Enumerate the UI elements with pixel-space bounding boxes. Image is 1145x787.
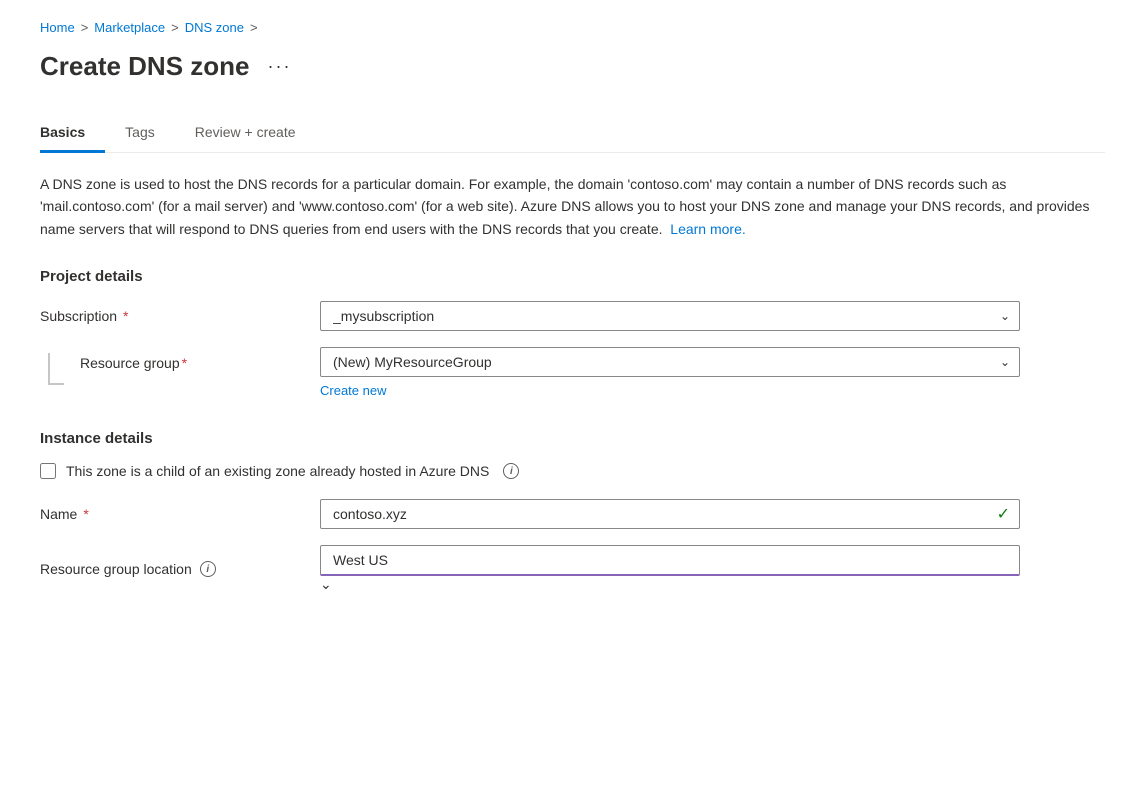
resource-group-control: (New) MyResourceGroup ⌄ Create new bbox=[320, 347, 1020, 398]
description-text: A DNS zone is used to host the DNS recor… bbox=[40, 173, 1100, 240]
instance-details-section: Instance details This zone is a child of… bbox=[40, 430, 1105, 593]
breadcrumb-sep-1: > bbox=[81, 20, 89, 35]
breadcrumb-dns-zone[interactable]: DNS zone bbox=[185, 20, 244, 35]
breadcrumb-marketplace[interactable]: Marketplace bbox=[94, 20, 165, 35]
child-zone-label: This zone is a child of an existing zone… bbox=[66, 463, 489, 479]
resource-group-dropdown-wrapper: (New) MyResourceGroup ⌄ bbox=[320, 347, 1020, 377]
indent-connector bbox=[40, 347, 80, 385]
location-info-icon[interactable]: i bbox=[200, 561, 216, 577]
location-chevron-icon: ⌄ bbox=[320, 576, 332, 592]
location-control: West US ⌄ bbox=[320, 545, 1020, 593]
name-input-wrapper: ✓ bbox=[320, 499, 1020, 529]
subscription-label: Subscription * bbox=[40, 308, 320, 324]
project-details-title: Project details bbox=[40, 268, 1105, 285]
name-label: Name * bbox=[40, 506, 320, 522]
project-details-section: Project details Subscription * _mysubscr… bbox=[40, 268, 1105, 398]
location-dropdown-wrapper: West US ⌄ bbox=[320, 545, 1020, 593]
resource-group-required-star: * bbox=[182, 355, 187, 371]
breadcrumb-sep-2: > bbox=[171, 20, 179, 35]
breadcrumb-home[interactable]: Home bbox=[40, 20, 75, 35]
location-label: Resource group location i bbox=[40, 561, 320, 577]
tabs-container: Basics Tags Review + create bbox=[40, 114, 1105, 153]
resource-group-label: Resource group * bbox=[80, 347, 320, 371]
tab-tags[interactable]: Tags bbox=[105, 114, 175, 153]
name-control: ✓ bbox=[320, 499, 1020, 529]
resource-group-row: Resource group * (New) MyResourceGroup ⌄… bbox=[40, 347, 1105, 398]
child-zone-info-icon[interactable]: i bbox=[503, 463, 519, 479]
name-row: Name * ✓ bbox=[40, 499, 1105, 529]
breadcrumb: Home > Marketplace > DNS zone > bbox=[40, 20, 1105, 35]
child-zone-row: This zone is a child of an existing zone… bbox=[40, 463, 1105, 479]
instance-details-title: Instance details bbox=[40, 430, 1105, 447]
subscription-row: Subscription * _mysubscription ⌄ bbox=[40, 301, 1105, 331]
subscription-dropdown-wrapper: _mysubscription ⌄ bbox=[320, 301, 1020, 331]
name-check-icon: ✓ bbox=[997, 504, 1010, 524]
child-zone-checkbox[interactable] bbox=[40, 463, 56, 479]
location-row: Resource group location i West US ⌄ bbox=[40, 545, 1105, 593]
learn-more-link[interactable]: Learn more. bbox=[670, 221, 745, 237]
page-title-row: Create DNS zone ··· bbox=[40, 51, 1105, 82]
location-dropdown[interactable]: West US bbox=[320, 545, 1020, 576]
name-input[interactable] bbox=[320, 499, 1020, 529]
subscription-required-star: * bbox=[123, 308, 128, 324]
name-required-star: * bbox=[83, 506, 88, 522]
breadcrumb-sep-3: > bbox=[250, 20, 258, 35]
page-title: Create DNS zone bbox=[40, 51, 250, 82]
create-new-link[interactable]: Create new bbox=[320, 383, 386, 398]
resource-group-dropdown[interactable]: (New) MyResourceGroup bbox=[320, 347, 1020, 377]
subscription-dropdown[interactable]: _mysubscription bbox=[320, 301, 1020, 331]
tab-review-create[interactable]: Review + create bbox=[175, 114, 316, 153]
subscription-control: _mysubscription ⌄ bbox=[320, 301, 1020, 331]
tab-basics[interactable]: Basics bbox=[40, 114, 105, 153]
indent-line bbox=[48, 353, 64, 385]
more-options-button[interactable]: ··· bbox=[262, 54, 298, 79]
